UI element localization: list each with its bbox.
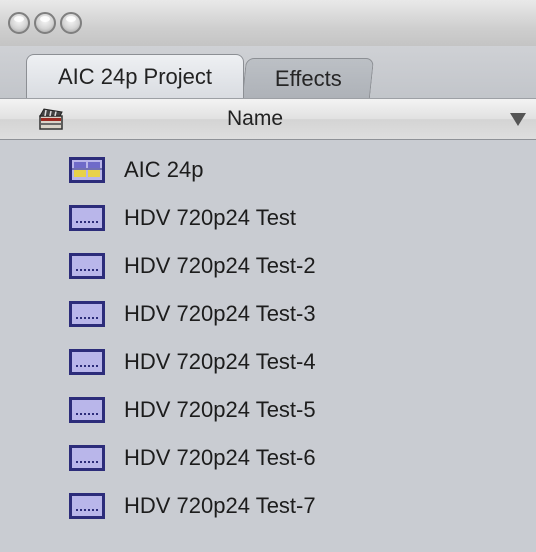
zoom-button[interactable] bbox=[60, 12, 82, 34]
list-item[interactable]: HDV 720p24 Test-3 bbox=[0, 290, 536, 338]
tab-strip: AIC 24p Project Effects bbox=[0, 46, 536, 98]
item-label: HDV 720p24 Test-4 bbox=[124, 349, 316, 374]
column-header[interactable]: Name bbox=[0, 98, 536, 140]
sequence-icon bbox=[69, 493, 105, 519]
item-label: HDV 720p24 Test bbox=[124, 205, 297, 230]
tab-effects[interactable]: Effects bbox=[241, 58, 375, 98]
list-item[interactable]: HDV 720p24 Test bbox=[0, 194, 536, 242]
tab-aic-24p-project[interactable]: AIC 24p Project bbox=[26, 54, 244, 98]
item-label: HDV 720p24 Test-7 bbox=[124, 493, 316, 518]
list-item[interactable]: HDV 720p24 Test-2 bbox=[0, 242, 536, 290]
sequence-icon bbox=[69, 445, 105, 471]
list-item[interactable]: HDV 720p24 Test-4 bbox=[0, 338, 536, 386]
sequence-icon bbox=[69, 349, 105, 375]
tab-label: Effects bbox=[274, 65, 342, 91]
list-item[interactable]: HDV 720p24 Test-5 bbox=[0, 386, 536, 434]
browser-window: AIC 24p Project Effects Name AIC 24p HDV… bbox=[0, 0, 536, 552]
title-bar bbox=[0, 0, 536, 47]
close-button[interactable] bbox=[8, 12, 30, 34]
minimize-button[interactable] bbox=[34, 12, 56, 34]
sequence-icon bbox=[69, 205, 105, 231]
name-column-label[interactable]: Name bbox=[180, 99, 330, 139]
item-label: HDV 720p24 Test-6 bbox=[124, 445, 316, 470]
list-item[interactable]: HDV 720p24 Test-6 bbox=[0, 434, 536, 482]
item-label: HDV 720p24 Test-3 bbox=[124, 301, 316, 326]
clapperboard-icon bbox=[39, 108, 63, 130]
tab-label: AIC 24p Project bbox=[57, 63, 213, 89]
list-item[interactable]: HDV 720p24 Test-7 bbox=[0, 482, 536, 530]
item-label: HDV 720p24 Test-5 bbox=[124, 397, 316, 422]
item-label: HDV 720p24 Test-2 bbox=[124, 253, 316, 278]
sequence-icon bbox=[69, 253, 105, 279]
sequence-icon bbox=[69, 301, 105, 327]
sequence-icon bbox=[69, 397, 105, 423]
item-label: AIC 24p bbox=[124, 157, 204, 182]
item-list: AIC 24p HDV 720p24 Test HDV 720p24 Test-… bbox=[0, 140, 536, 552]
list-item[interactable]: AIC 24p bbox=[0, 146, 536, 194]
triangle-down-icon[interactable] bbox=[510, 113, 526, 126]
sequence-icon bbox=[69, 157, 105, 183]
